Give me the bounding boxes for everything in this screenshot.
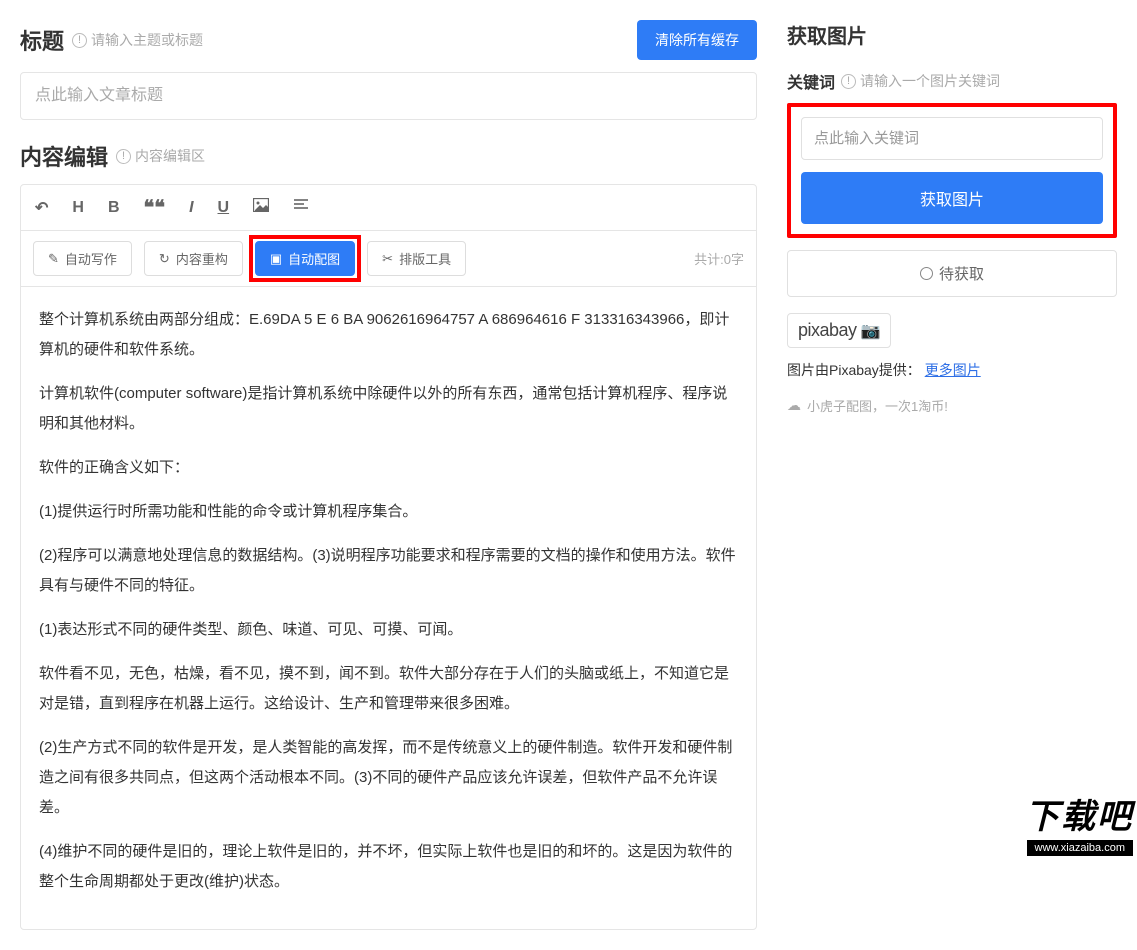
pixabay-badge: pixabay 📷 — [787, 313, 891, 348]
keyword-head: 关键词 ! 请输入一个图片关键词 — [787, 69, 1117, 93]
paragraph: 整个计算机系统由两部分组成：E.69DA 5 E 6 BA 9062616964… — [39, 305, 738, 365]
bold-icon[interactable]: B — [104, 197, 124, 219]
highlight-auto-image: ▣自动配图 — [249, 235, 361, 282]
picture-icon: ▣ — [270, 251, 282, 267]
image-icon[interactable] — [249, 196, 273, 219]
editor-section-head: 内容编辑 ! 内容编辑区 — [20, 140, 757, 172]
layout-tool-button[interactable]: ✂排版工具 — [367, 241, 466, 276]
provider-line: 图片由Pixabay提供： 更多图片 — [787, 360, 1117, 380]
paragraph: (2)生产方式不同的软件是开发，是人类智能的高发挥，而不是传统意义上的硬件制造。… — [39, 733, 738, 823]
keyword-label: 关键词 — [787, 69, 835, 93]
format-toolbar: ↶ H B ❝❝ I U — [21, 185, 756, 231]
cloud-icon: ☁ — [787, 397, 801, 414]
watermark: 下载吧 www.xiazaiba.com — [1025, 789, 1133, 856]
underline-icon[interactable]: U — [214, 197, 234, 219]
article-title-input[interactable] — [20, 72, 757, 120]
info-icon: ! — [841, 74, 856, 89]
paragraph: 计算机软件(computer software)是指计算机系统中除硬件以外的所有… — [39, 379, 738, 439]
keyword-input[interactable] — [801, 117, 1103, 160]
editor-label: 内容编辑 — [20, 140, 108, 172]
pencil-icon: ✎ — [48, 251, 59, 267]
action-bar: ✎自动写作 ↻内容重构 ▣自动配图 ✂排版工具 共计:0字 — [21, 231, 756, 287]
tip-line: ☁ 小虎子配图，一次1淘币! — [787, 396, 1117, 415]
paragraph: (2)程序可以满意地处理信息的数据结构。(3)说明程序功能要求和程序需要的文档的… — [39, 541, 738, 601]
auto-write-button[interactable]: ✎自动写作 — [33, 241, 132, 276]
info-icon: ! — [72, 33, 87, 48]
highlight-fetch-box: 获取图片 — [787, 103, 1117, 238]
quote-icon[interactable]: ❝❝ — [140, 193, 170, 222]
align-icon[interactable] — [289, 196, 313, 219]
title-section-head: 标题 ! 请输入主题或标题 清除所有缓存 — [20, 20, 757, 60]
paragraph: (1)提供运行时所需功能和性能的命令或计算机程序集合。 — [39, 497, 738, 527]
auto-image-button[interactable]: ▣自动配图 — [255, 241, 355, 276]
refresh-icon: ↻ — [159, 251, 170, 267]
char-count: 共计:0字 — [694, 249, 744, 268]
title-label: 标题 — [20, 24, 64, 56]
paragraph: 软件看不见，无色，枯燥，看不见，摸不到，闻不到。软件大部分存在于人们的头脑或纸上… — [39, 659, 738, 719]
editor-box: ↶ H B ❝❝ I U ✎自动写作 ↻内容重构 ▣自动配图 ✂排版工具 共计:… — [20, 184, 757, 930]
info-icon: ! — [116, 149, 131, 164]
undo-icon[interactable]: ↶ — [31, 196, 52, 220]
heading-icon[interactable]: H — [68, 197, 88, 219]
more-images-link[interactable]: 更多图片 — [925, 362, 981, 378]
title-hint: 请输入主题或标题 — [91, 30, 203, 50]
paragraph: (4)维护不同的硬件是旧的，理论上软件是旧的，并不坏，但实际上软件也是旧的和坏的… — [39, 837, 738, 897]
camera-icon: 📷 — [861, 321, 881, 341]
pending-button[interactable]: 待获取 — [787, 250, 1117, 297]
restructure-button[interactable]: ↻内容重构 — [144, 241, 243, 276]
italic-icon[interactable]: I — [185, 197, 197, 219]
circle-icon — [920, 267, 933, 280]
clear-cache-button[interactable]: 清除所有缓存 — [637, 20, 757, 60]
tool-icon: ✂ — [382, 251, 393, 267]
keyword-hint: 请输入一个图片关键词 — [860, 71, 1000, 91]
fetch-image-button[interactable]: 获取图片 — [801, 172, 1103, 224]
sidebar-title: 获取图片 — [787, 20, 1117, 49]
paragraph: 软件的正确含义如下： — [39, 453, 738, 483]
paragraph: (1)表达形式不同的硬件类型、颜色、味道、可见、可摸、可闻。 — [39, 615, 738, 645]
editor-content[interactable]: 整个计算机系统由两部分组成：E.69DA 5 E 6 BA 9062616964… — [21, 287, 756, 929]
editor-hint: 内容编辑区 — [135, 146, 205, 166]
